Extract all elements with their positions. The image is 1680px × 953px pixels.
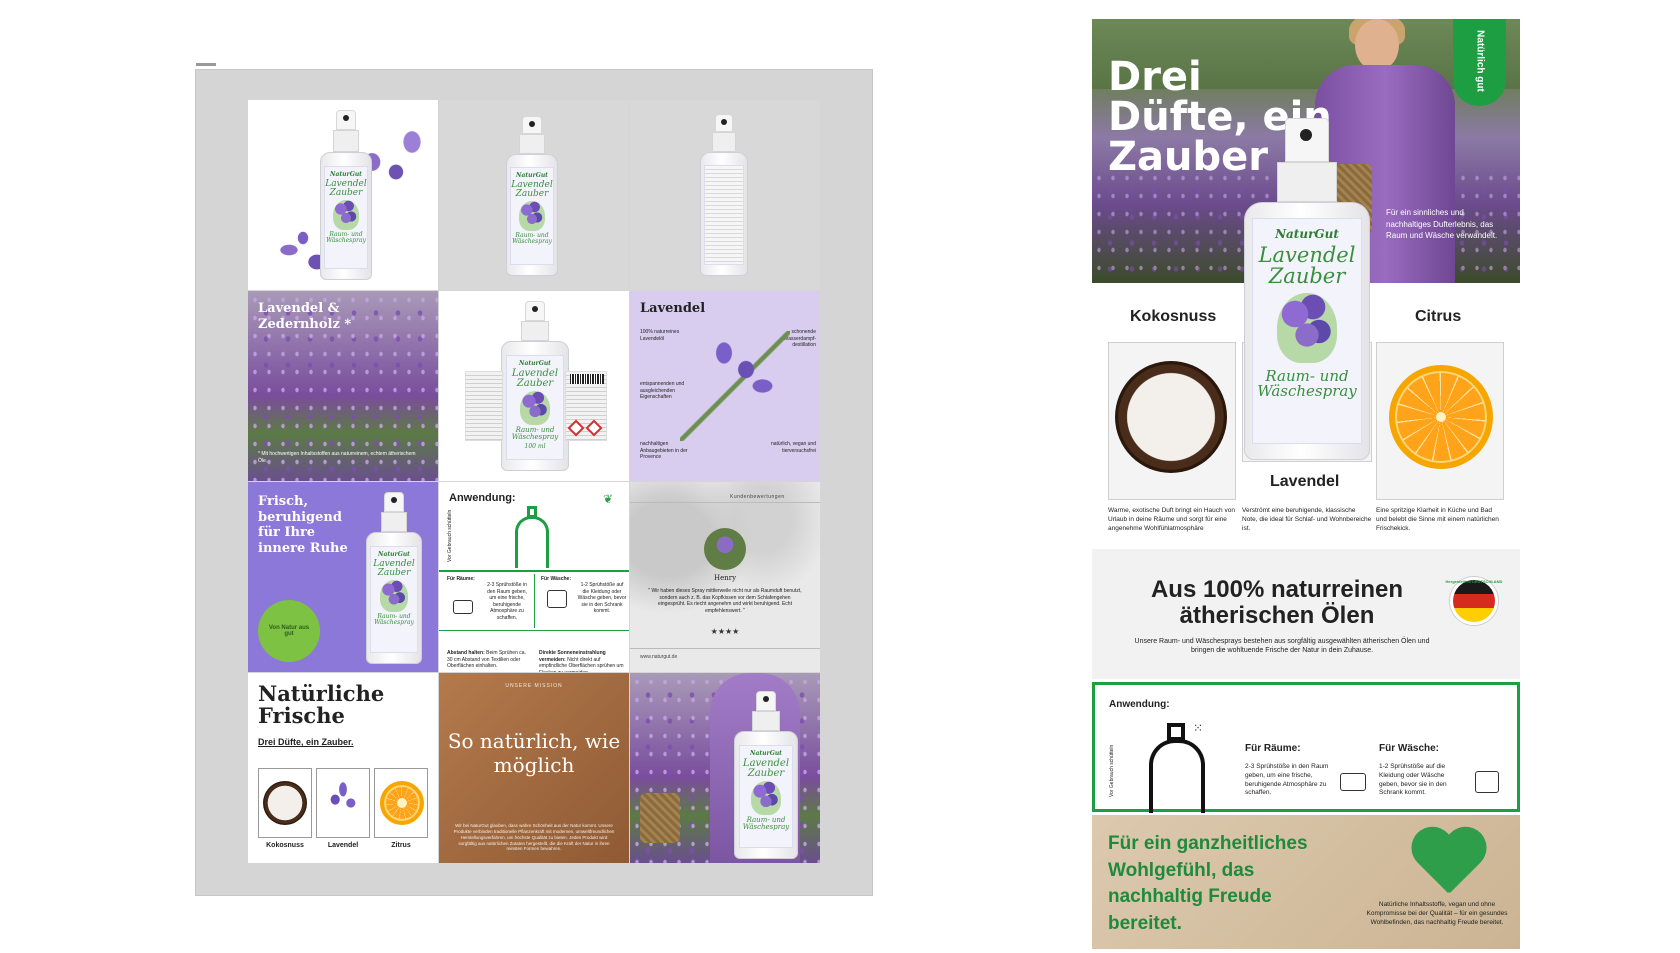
lavender-sprig-illustration — [680, 331, 790, 441]
divider — [630, 502, 820, 503]
divider — [534, 574, 535, 628]
citrus-card — [1376, 342, 1504, 500]
usage-section: Anwendung: Vor Gebrauch schütteln ⁙ Für … — [1092, 682, 1520, 813]
tile-lavender-cedar[interactable]: Lavendel & Zedernholz * * Mit hochwertig… — [248, 291, 438, 481]
tile-mission[interactable]: UNSERE MISSION So natürlich, wie möglich… — [439, 673, 629, 863]
shirt-icon — [547, 590, 567, 608]
coconut-card — [258, 768, 312, 838]
tile-bottle-front[interactable]: NaturGut Lavendel Zauber Raum- und Wäsch… — [439, 100, 629, 290]
lavender-card — [316, 768, 370, 838]
hazard-icon — [567, 419, 585, 437]
oils-section: Aus 100% naturreinen ätherischen Ölen Un… — [1092, 549, 1520, 679]
hero-subtitle: Für ein sinnliches und nachhaltiges Duft… — [1386, 208, 1498, 241]
lavender-illustration — [520, 390, 550, 425]
spray-nozzle-icon — [527, 506, 537, 518]
basket — [640, 793, 680, 843]
holistic-section: Für ein ganzheitliches Wohlgefühl, das n… — [1092, 815, 1520, 949]
tile-lavendel-facts[interactable]: Lavendel 100% naturreines Lavendelöl sch… — [630, 291, 820, 481]
spray-bottle-back — [700, 114, 748, 276]
tile-title: So natürlich, wie möglich — [447, 729, 621, 777]
spray-mist-icon: ⁙ — [1193, 721, 1206, 735]
lavender-illustration — [519, 201, 545, 231]
spray-nozzle-icon — [1167, 723, 1185, 741]
oils-title: Aus 100% naturreinen ätherischen Ölen — [1150, 576, 1404, 630]
holistic-title: Für ein ganzheitliches Wohlgefühl, das n… — [1108, 833, 1308, 934]
scent-kokos-title: Kokosnuss — [1130, 308, 1217, 325]
avatar — [704, 528, 746, 570]
lavender-illustration — [333, 199, 359, 230]
tile-bottle-back[interactable] — [630, 100, 820, 290]
tile-frisch[interactable]: Frisch, beruhigend für Ihre innere Ruhe … — [248, 482, 438, 672]
leaf-icon: ❦ — [603, 492, 614, 506]
tile-title: Lavendel & Zedernholz * — [258, 301, 352, 333]
usage-title: Anwendung: — [1109, 699, 1170, 710]
tile-subtitle: Drei Düfte, ein Zauber. — [258, 737, 354, 747]
tile-title: Natürliche Frische — [258, 681, 385, 729]
tile-anwendung[interactable]: Anwendung: ❦ Vor Gebrauch schütteln Für … — [439, 482, 629, 672]
tile-title: Frisch, beruhigend für Ihre innere Ruhe — [258, 494, 348, 556]
citrus-card — [374, 768, 428, 838]
germany-flag-badge — [1450, 577, 1498, 625]
website-link[interactable]: www.naturgut.de — [640, 654, 677, 660]
divider — [630, 648, 820, 649]
spray-icon — [515, 516, 549, 568]
tile-bottle-lavender[interactable]: NaturGut Lavendel Zauber Raum- und Wäsch… — [248, 100, 438, 290]
scent-citrus-title: Citrus — [1415, 308, 1462, 325]
review-quote: " Wir haben dieses Spray mittlerweile ni… — [648, 588, 802, 614]
rating-stars: ★★★★ — [710, 627, 740, 636]
spray-bottle: NaturGut Lavendel Zauber Raum- und Wäsch… — [320, 110, 372, 280]
sofa-icon — [1340, 773, 1366, 791]
reviewer-name: Henry — [713, 574, 737, 582]
tile-footnote: * Mit hochwertigen Inhaltsstoffen aus na… — [258, 451, 416, 464]
spray-bottle: NaturGut Lavendel Zauber Raum- und Wäsch… — [734, 691, 798, 859]
artboard-label — [196, 63, 216, 66]
coconut-card — [1108, 342, 1236, 500]
ingredient-label — [465, 371, 503, 441]
warning-label — [565, 371, 607, 441]
tile-title: Anwendung: — [449, 492, 516, 504]
shirt-icon — [1475, 771, 1499, 793]
tile-title: Lavendel — [640, 301, 706, 316]
sofa-icon — [453, 600, 473, 614]
artboard[interactable]: NaturGut Lavendel Zauber Raum- und Wäsch… — [195, 69, 873, 896]
spray-bottle: NaturGut Lavendel Zauber Raum- und Wäsch… — [501, 301, 569, 471]
tile-lifestyle[interactable]: NaturGut Lavendel Zauber Raum- und Wäsch… — [630, 673, 820, 863]
lavender-illustration — [380, 580, 408, 612]
spray-icon — [1149, 739, 1205, 813]
natuerlich-gut-tag: Natürlich gut — [1453, 19, 1506, 106]
scent-lavendel-title: Lavendel — [1270, 473, 1340, 490]
shake-note: Vor Gebrauch schütteln — [447, 509, 453, 562]
natur-badge: Von Natur aus gut — [258, 600, 320, 662]
lavender-illustration — [751, 780, 781, 815]
lavender-illustration — [1277, 293, 1337, 364]
divider — [439, 570, 629, 572]
tile-bottle-label[interactable]: NaturGut Lavendel Zauber Raum- und Wäsch… — [439, 291, 629, 481]
hazard-icon — [585, 419, 603, 437]
hero-spray-bottle: NaturGut Lavendel Zauber Raum- und Wäsch… — [1244, 118, 1370, 460]
heart-icon — [1408, 829, 1488, 909]
barcode-icon — [570, 374, 604, 384]
tile-review[interactable]: Kundenbewertungen Henry " Wir haben dies… — [630, 482, 820, 672]
fact-4: nachhaltigen Anbaugebieten in der Proven… — [640, 441, 688, 460]
spray-bottle: NaturGut Lavendel Zauber Raum- und Wäsch… — [506, 116, 558, 276]
tile-natuerliche-frische[interactable]: Natürliche Frische Drei Düfte, ein Zaube… — [248, 673, 438, 863]
divider — [439, 630, 629, 631]
spray-bottle: NaturGut Lavendel Zauber Raum- und Wäsch… — [366, 492, 422, 664]
fact-5: natürlich, vegan und tierversuchsfrei — [770, 441, 816, 454]
